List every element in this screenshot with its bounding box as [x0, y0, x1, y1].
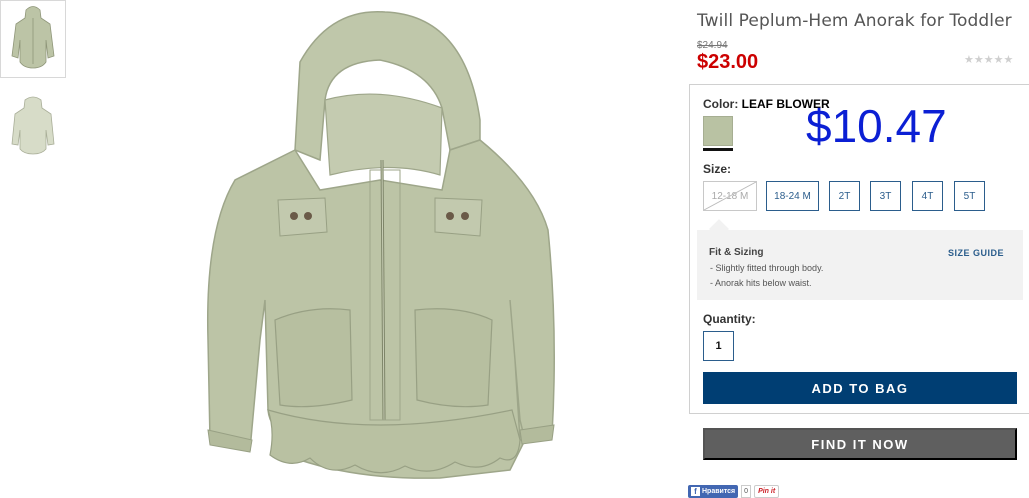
quantity-select[interactable]: 1 — [703, 331, 734, 361]
add-to-bag-button[interactable]: ADD TO BAG — [703, 372, 1017, 404]
unavailable-strike-icon — [704, 182, 756, 210]
social-share-bar: f Нравится 0 Pin it — [688, 485, 780, 498]
size-option-label: 18-24 M — [774, 190, 811, 202]
was-price: $24.94 — [697, 40, 728, 51]
size-option-label: 5T — [963, 190, 976, 202]
find-it-now-button[interactable]: FIND IT NOW — [703, 428, 1017, 460]
color-swatch-leaf-blower[interactable] — [703, 116, 733, 146]
facebook-like-label: Нравится — [702, 488, 736, 495]
facebook-icon: f — [691, 487, 700, 496]
product-main-image — [206, 11, 555, 479]
thumbnail-front[interactable] — [0, 0, 66, 78]
quantity-label: Quantity: — [703, 312, 756, 326]
rating-stars[interactable]: ★★★★★ — [964, 53, 1013, 66]
jacket-thumbnail-back-icon — [11, 96, 55, 155]
size-option-label: 2T — [838, 190, 851, 202]
pinterest-button[interactable]: Pin it — [754, 485, 780, 498]
size-label: Size: — [703, 162, 732, 176]
fit-sizing-title: Fit & Sizing — [709, 247, 764, 258]
size-option-label: 4T — [921, 190, 934, 202]
facebook-like-count: 0 — [741, 485, 752, 498]
thumbnail-back[interactable] — [0, 88, 66, 166]
jacket-thumbnail-front-icon — [11, 6, 55, 69]
color-label-text: Color: — [703, 97, 739, 111]
facebook-like-button[interactable]: f Нравится — [688, 485, 739, 498]
product-title: Twill Peplum-Hem Anorak for Toddler — [697, 11, 1012, 31]
fit-line: - Slightly fitted through body. — [710, 263, 824, 273]
size-option-5t[interactable]: 5T — [954, 181, 985, 211]
fit-line: - Anorak hits below waist. — [710, 278, 812, 288]
size-option-2t[interactable]: 2T — [829, 181, 860, 211]
size-option-3t[interactable]: 3T — [870, 181, 901, 211]
now-price: $23.00 — [697, 51, 759, 73]
size-option-4t[interactable]: 4T — [912, 181, 943, 211]
size-option-18-24m[interactable]: 18-24 M — [766, 181, 819, 211]
promo-price-overlay: $10.47 — [806, 100, 947, 152]
size-option-label: 3T — [879, 190, 892, 202]
size-guide-link[interactable]: SIZE GUIDE — [948, 248, 1004, 258]
size-option-12-18m[interactable]: 12-18 M — [703, 181, 757, 211]
selected-swatch-indicator — [703, 148, 733, 151]
